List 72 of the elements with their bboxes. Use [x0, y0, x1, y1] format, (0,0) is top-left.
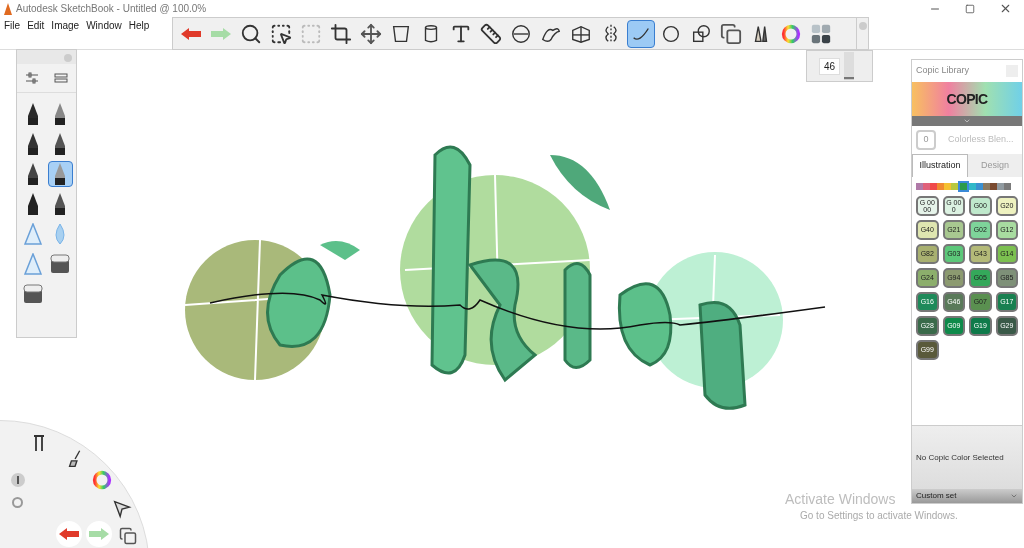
close-button[interactable] [999, 2, 1012, 15]
ring-icon [12, 497, 23, 508]
toolbar-grip[interactable] [857, 17, 869, 50]
dropdown-caret-icon [1010, 492, 1018, 500]
brush-sets-icon [54, 72, 69, 84]
color-wheel-icon [91, 469, 113, 491]
selection-icon [270, 22, 292, 45]
library-tab[interactable]: Illustration [912, 154, 968, 177]
copic-logo: COPIC [945, 89, 989, 109]
custom-set-dropdown[interactable]: Custom set [912, 489, 1022, 503]
menu-item[interactable]: File [4, 18, 21, 49]
crop-icon [330, 22, 352, 45]
close-icon [999, 2, 1012, 15]
color-family-swatch[interactable] [969, 182, 976, 190]
color-family-swatch[interactable] [976, 182, 983, 190]
color-family-swatch[interactable] [997, 182, 1004, 190]
app-logo-icon [4, 2, 12, 15]
color-family-swatch[interactable] [951, 182, 958, 190]
brush-tip-icon [50, 254, 71, 274]
brush-tip-icon [23, 253, 42, 275]
selection-icon [300, 22, 322, 45]
brush-tip-icon [25, 162, 40, 186]
color-family-swatch[interactable] [923, 182, 930, 190]
brush-tip-icon [53, 192, 68, 216]
color-family-swatch[interactable] [983, 182, 990, 190]
undo-arrow-icon [179, 25, 203, 42]
redo-arrow-icon [87, 526, 111, 542]
tool-curve-stroke-button[interactable] [627, 19, 655, 48]
brush-tip-icon [23, 223, 42, 245]
color-family-swatch[interactable] [958, 180, 969, 192]
color-wheel-icon [780, 22, 802, 45]
brush-size-value[interactable]: 46 [819, 57, 841, 75]
color-family-swatch[interactable] [944, 182, 951, 190]
activation-subtitle: Go to Settings to activate Windows. [800, 509, 958, 523]
undo-button[interactable] [56, 521, 82, 547]
shapes-icon [690, 22, 712, 45]
color-family-swatch[interactable] [1004, 182, 1011, 190]
activation-title: Activate Windows [785, 490, 896, 509]
brush-tip-icon [53, 132, 68, 156]
color-family-swatch[interactable] [930, 182, 937, 190]
layers-icon [720, 22, 742, 45]
blender-label: Colorless Blen... [948, 133, 1014, 147]
swatches-icon [810, 22, 832, 45]
redo-arrow-icon [209, 25, 233, 42]
brush-tip-icon [22, 284, 43, 304]
brush-tip-icon [53, 102, 68, 126]
cursor-icon [111, 498, 133, 520]
layers-icon [119, 527, 137, 545]
restore-icon [965, 3, 975, 14]
window-title: Autodesk SketchBook - Untitled @ 100.0% [16, 2, 207, 16]
color-family-swatch[interactable] [990, 182, 997, 190]
brush-size-slider[interactable] [844, 52, 855, 80]
color-family-swatch[interactable] [937, 182, 944, 190]
menu-item[interactable]: Image [51, 18, 80, 49]
menu-item[interactable]: Window [86, 18, 122, 49]
restore-button[interactable] [965, 3, 975, 14]
menu-item[interactable]: Edit [27, 18, 45, 49]
undo-arrow-icon [57, 526, 81, 542]
ruler-icon [480, 22, 502, 45]
sliders-icon [24, 72, 39, 84]
brush-tip-icon [25, 132, 40, 156]
search-icon [240, 22, 262, 45]
menu-item[interactable]: Help [128, 18, 150, 49]
status-text: No Copic Color Selected [916, 451, 1004, 464]
move-icon [360, 22, 382, 45]
panel-title: Copic Library [916, 64, 970, 78]
ellipse-guide-icon [510, 22, 532, 45]
brush-tip-icon [53, 162, 68, 186]
tools-icon [33, 433, 45, 451]
brush-button[interactable] [47, 161, 73, 187]
brush-tip-icon [25, 102, 40, 126]
color-family-swatch[interactable] [916, 182, 923, 190]
